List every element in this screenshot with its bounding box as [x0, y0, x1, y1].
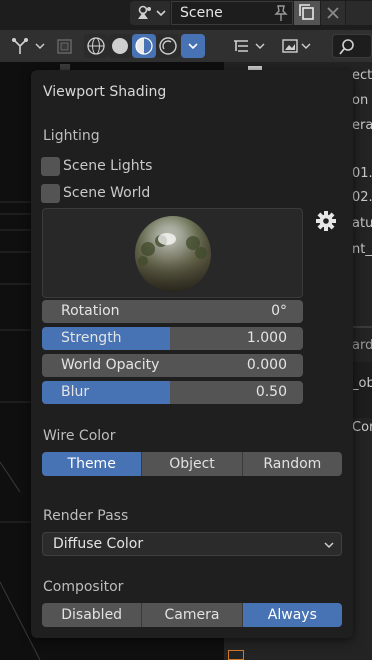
hdri-sphere-thumbnail [135, 216, 211, 292]
wireframe-sphere-icon [87, 37, 105, 55]
strength-label: Strength [61, 330, 122, 346]
scene-world-checkbox[interactable] [41, 183, 60, 203]
rendered-sphere-icon [159, 37, 177, 55]
duplicate-scene-button[interactable] [294, 1, 320, 25]
image-icon [282, 39, 311, 53]
scene-name: Scene [180, 5, 223, 21]
chevron-down-icon [188, 43, 198, 50]
add-scene-button[interactable] [346, 1, 372, 25]
world-opacity-slider[interactable]: World Opacity 0.000 [42, 354, 303, 377]
transform-icon [12, 38, 45, 54]
scene-lights-label: Scene Lights [63, 158, 153, 174]
blur-value: 0.50 [255, 384, 287, 400]
properties-row-text: Cor [352, 420, 372, 435]
scene-icon [138, 5, 166, 19]
wire-color-section-label: Wire Color [43, 428, 116, 444]
world-opacity-label: World Opacity [61, 357, 160, 373]
outliner-row-text: 01. [352, 166, 372, 181]
render-pass-dropdown[interactable]: Diffuse Color [42, 532, 342, 556]
strength-value: 1.000 [246, 330, 287, 346]
scene-lights-checkbox[interactable] [41, 156, 60, 176]
outliner-row-text: ecti [352, 68, 372, 83]
wire-color-option-random[interactable]: Random [242, 452, 342, 476]
transform-pivot-button[interactable] [4, 34, 46, 58]
outliner-search-field[interactable] [332, 34, 372, 58]
outliner-icon [234, 40, 265, 52]
rendered-shading-button[interactable] [156, 34, 180, 58]
scene-world-checkbox-row[interactable]: Scene World [41, 183, 150, 203]
outliner-row-text: nt_( [352, 242, 372, 257]
blur-slider[interactable]: Blur 0.50 [42, 381, 303, 404]
copy-icon [299, 4, 314, 20]
compositor-option-always[interactable]: Always [242, 603, 342, 627]
outliner-row-text: on [352, 93, 369, 108]
editor-type-button[interactable] [230, 34, 268, 58]
outliner-row-text: era [352, 118, 372, 133]
world-settings-button[interactable] [315, 210, 337, 232]
blur-label: Blur [61, 384, 90, 400]
scene-lights-checkbox-row[interactable]: Scene Lights [41, 156, 152, 176]
pin-icon [274, 5, 288, 21]
wireframe-shading-button[interactable] [84, 34, 108, 58]
pin-button[interactable] [269, 1, 293, 25]
shading-options-dropdown[interactable] [181, 34, 205, 58]
timeline-marker-icon [228, 650, 244, 660]
compositor-selector: Disabled Camera Always [42, 603, 342, 627]
close-icon [327, 7, 339, 19]
wire-color-option-theme[interactable]: Theme [42, 452, 143, 476]
lighting-section-label: Lighting [43, 128, 100, 144]
strength-slider[interactable]: Strength 1.000 [42, 327, 303, 350]
material-preview-button[interactable] [132, 34, 156, 58]
top-header: Scene [0, 0, 372, 26]
render-pass-section-label: Render Pass [43, 508, 129, 524]
outliner-row-text: 02. [352, 190, 372, 205]
compositor-section-label: Compositor [43, 579, 124, 595]
gear-icon [316, 211, 336, 231]
chevron-down-icon [324, 542, 334, 549]
viewport-shading-popover: Viewport Shading Lighting Scene Lights S… [31, 70, 353, 638]
viewport-header [0, 30, 372, 62]
compositor-option-disabled[interactable]: Disabled [42, 603, 143, 627]
popover-title: Viewport Shading [43, 84, 167, 100]
wire-color-option-object[interactable]: Object [142, 452, 243, 476]
display-mode-button[interactable] [278, 34, 314, 58]
xray-icon [57, 39, 72, 54]
unlink-scene-button[interactable] [321, 1, 345, 25]
search-icon [339, 39, 354, 55]
solid-sphere-icon [112, 38, 128, 54]
material-sphere-icon [135, 37, 153, 55]
xray-toggle-button[interactable] [53, 34, 77, 58]
wire-color-selector: Theme Object Random [42, 452, 342, 476]
scene-selector-button[interactable] [130, 1, 170, 25]
compositor-option-camera[interactable]: Camera [142, 603, 243, 627]
properties-row-text: ard [352, 338, 372, 353]
world-opacity-value: 0.000 [246, 357, 287, 373]
render-pass-value: Diffuse Color [53, 536, 144, 552]
properties-row-text: _ob [352, 376, 372, 391]
rotation-slider[interactable]: Rotation 0° [42, 300, 303, 323]
outliner-row-text: atur [352, 216, 372, 231]
rotation-value: 0° [271, 303, 287, 319]
hdri-preview-selector[interactable] [42, 208, 303, 298]
solid-shading-button[interactable] [108, 34, 132, 58]
rotation-label: Rotation [61, 303, 120, 319]
scene-world-label: Scene World [63, 185, 151, 201]
